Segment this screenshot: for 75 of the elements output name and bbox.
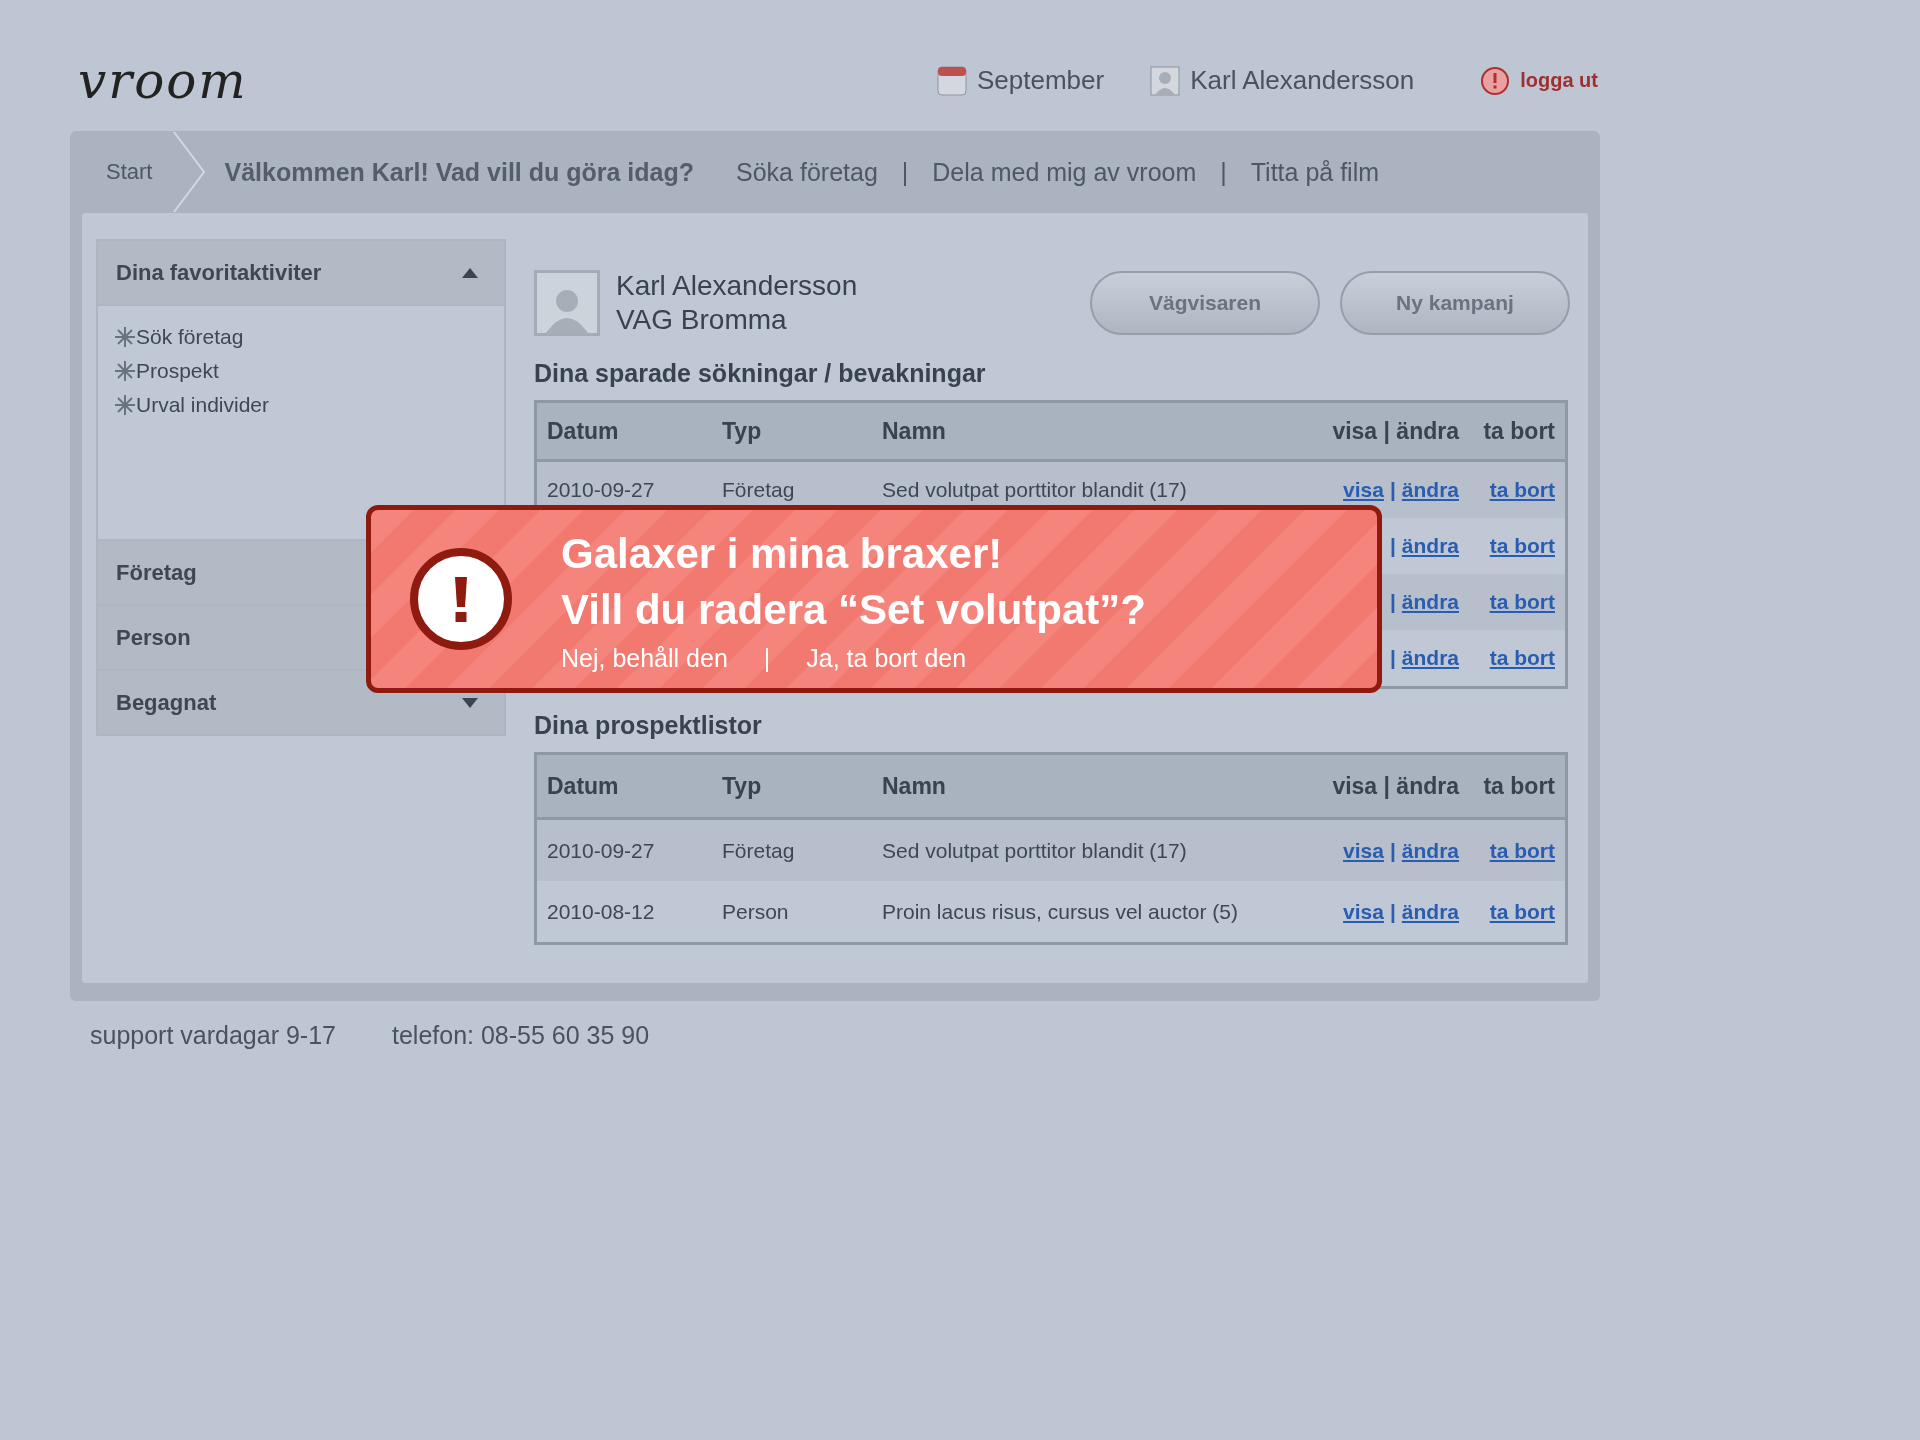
column-header: Namn bbox=[872, 401, 1323, 461]
delete-link[interactable]: ta bort bbox=[1489, 534, 1555, 557]
accordion-header[interactable]: Dina favoritaktiviter bbox=[98, 241, 504, 304]
favorite-link[interactable]: Urval individer bbox=[136, 393, 270, 417]
column-header: Datum bbox=[535, 753, 712, 819]
user-name[interactable]: Karl Alexandersson bbox=[1190, 65, 1415, 96]
nav-link[interactable]: Söka företag bbox=[736, 157, 878, 187]
calendar-icon bbox=[937, 65, 967, 96]
column-header: visa | ändra bbox=[1322, 753, 1465, 819]
profile-name: Karl Alexandersson bbox=[616, 269, 858, 303]
user-icon bbox=[1150, 65, 1181, 96]
asterisk-icon bbox=[114, 360, 136, 382]
link-separator: | bbox=[1389, 899, 1396, 923]
table-cell: Sed volutpat porttitor blandit (17) bbox=[882, 478, 1187, 501]
cancel-link[interactable]: Nej, behåll den bbox=[561, 643, 728, 673]
delete-link[interactable]: ta bort bbox=[1489, 899, 1555, 923]
alert-icon bbox=[1480, 65, 1511, 96]
table-cell: Proin lacus risus, cursus vel auctor (5) bbox=[882, 899, 1238, 923]
edit-link[interactable]: ändra bbox=[1401, 590, 1459, 613]
action-button[interactable]: Vägvisaren bbox=[1090, 271, 1320, 335]
link-separator: | bbox=[1389, 838, 1396, 862]
breadcrumb-chevron-icon bbox=[172, 132, 207, 212]
table-cell: Företag bbox=[722, 838, 795, 862]
table-cell: Sed volutpat porttitor blandit (17) bbox=[882, 838, 1187, 862]
link-separator: | bbox=[1389, 646, 1396, 669]
support-hours: support vardagar 9-17 bbox=[90, 1021, 336, 1050]
table-cell: Person bbox=[722, 899, 789, 923]
nav-link[interactable]: Dela med mig av vroom bbox=[932, 157, 1197, 187]
avatar-placeholder bbox=[534, 270, 600, 336]
confirm-link[interactable]: Ja, ta bort den bbox=[806, 643, 967, 673]
view-link[interactable]: visa bbox=[1343, 838, 1384, 862]
edit-link[interactable]: ändra bbox=[1401, 899, 1459, 923]
table-cell: 2010-09-27 bbox=[547, 478, 655, 501]
action-button[interactable]: Ny kampanj bbox=[1340, 271, 1570, 335]
logo: vroom bbox=[78, 51, 248, 110]
alert-icon bbox=[409, 547, 513, 651]
table-cell: 2010-08-12 bbox=[547, 899, 655, 923]
section-heading: Dina sparade sökningar / bevakningar bbox=[534, 359, 987, 388]
column-header: ta bort bbox=[1465, 753, 1567, 819]
view-link[interactable]: visa bbox=[1343, 478, 1384, 501]
breadcrumb-start[interactable]: Start bbox=[106, 159, 153, 185]
nav-link[interactable]: Titta på film bbox=[1250, 157, 1380, 187]
collapse-caret-icon bbox=[462, 267, 478, 278]
link-separator: | bbox=[1389, 478, 1396, 501]
asterisk-icon bbox=[114, 394, 136, 416]
section-heading: Dina prospektlistor bbox=[534, 711, 763, 740]
favorite-link[interactable]: Prospekt bbox=[136, 359, 219, 383]
profile-organization: VAG Bromma bbox=[616, 303, 788, 337]
table-cell: Företag bbox=[722, 478, 795, 501]
month-label[interactable]: September bbox=[977, 65, 1105, 96]
column-header: Typ bbox=[712, 401, 872, 461]
favorite-link[interactable]: Sök företag bbox=[136, 325, 244, 349]
asterisk-icon bbox=[114, 326, 136, 348]
column-header: Typ bbox=[712, 753, 872, 819]
edit-link[interactable]: ändra bbox=[1401, 646, 1459, 669]
link-separator: | bbox=[1389, 534, 1396, 557]
alert-question: Vill du radera “Set volutpat”? bbox=[561, 584, 1146, 635]
welcome-text: Välkommen Karl! Vad vill du göra idag? bbox=[224, 157, 695, 187]
logout-link[interactable]: logga ut bbox=[1520, 69, 1598, 92]
alert-title: Galaxer i mina braxer! bbox=[561, 528, 1004, 579]
column-header: Namn bbox=[872, 753, 1323, 819]
delete-link[interactable]: ta bort bbox=[1489, 646, 1555, 669]
option-separator: | bbox=[763, 643, 771, 673]
nav-separator: | bbox=[1220, 157, 1227, 187]
edit-link[interactable]: ändra bbox=[1401, 478, 1459, 501]
edit-link[interactable]: ändra bbox=[1401, 534, 1459, 557]
link-separator: | bbox=[1389, 590, 1396, 613]
edit-link[interactable]: ändra bbox=[1401, 838, 1459, 862]
phone-number: telefon: 08-55 60 35 90 bbox=[392, 1021, 650, 1050]
view-link[interactable]: visa bbox=[1343, 899, 1384, 923]
column-header: visa | ändra bbox=[1322, 401, 1465, 461]
table-cell: 2010-09-27 bbox=[547, 838, 655, 862]
column-header: ta bort bbox=[1465, 401, 1567, 461]
column-header: Datum bbox=[535, 401, 712, 461]
nav-separator: | bbox=[901, 157, 909, 187]
